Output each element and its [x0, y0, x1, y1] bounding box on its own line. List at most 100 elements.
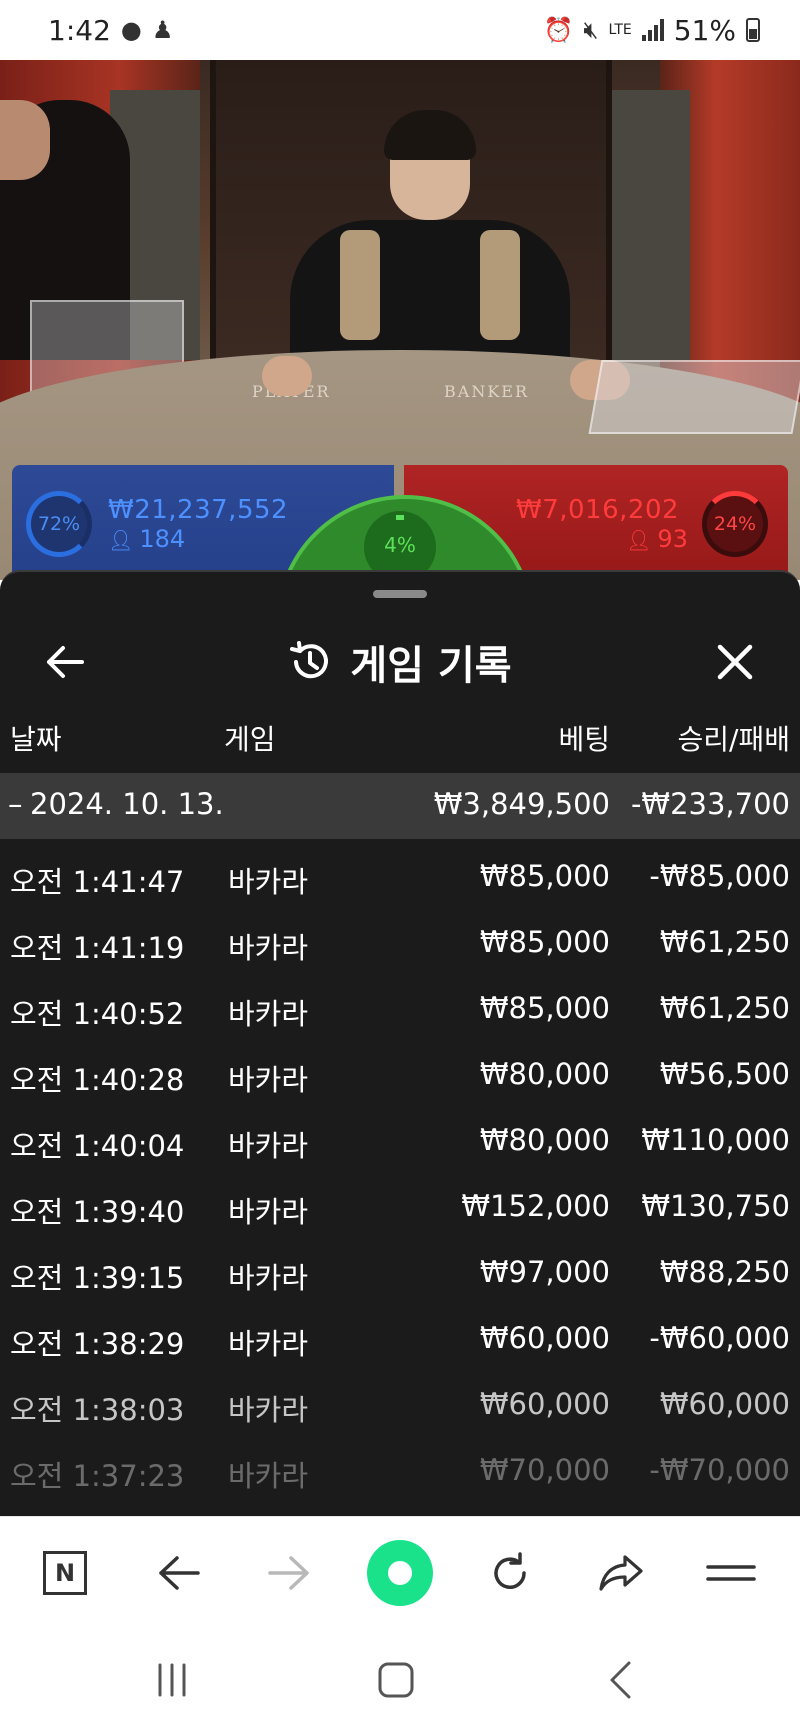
row-bet: ₩70,000	[479, 1453, 610, 1487]
system-nav-bar	[0, 1628, 800, 1734]
collapse-toggle[interactable]: –	[8, 787, 23, 821]
browser-forward-button[interactable]	[254, 1543, 324, 1603]
table-row[interactable]: 오전 1:41:19 바카라 ₩85,000 ₩61,250	[0, 905, 800, 971]
row-bet: ₩152,000	[461, 1189, 610, 1223]
alarm-icon: ⏰	[543, 16, 574, 44]
card-shoe	[588, 360, 800, 434]
back-icon	[610, 1661, 631, 1699]
row-result: ₩110,000	[641, 1123, 790, 1157]
column-win-loss: 승리/패배	[677, 723, 790, 756]
banker-bettor-count: 👤︎ 93	[626, 525, 688, 553]
back-button[interactable]	[580, 1650, 660, 1710]
close-button[interactable]	[700, 632, 770, 692]
notification-icon: ♟	[151, 16, 174, 44]
row-game: 바카라	[228, 1195, 309, 1229]
browser-menu-button[interactable]	[696, 1543, 766, 1603]
table-row[interactable]: 오전 1:38:03 바카라 ₩60,000 ₩60,000	[0, 1367, 800, 1433]
row-time: 오전 1:39:15	[10, 1261, 185, 1295]
banker-percent: 24%	[713, 513, 757, 535]
game-history-sheet: 게임 기록 날짜 게임 베팅 승리/패배 – 2024. 10. 13. ₩3,…	[0, 570, 800, 1518]
status-time: 1:42	[48, 13, 111, 47]
bet-summary-bar: 4% 72% ₩21,237,552 👤︎ 184 ₩7,016,202 👤︎ 93…	[0, 455, 800, 753]
home-icon	[367, 1540, 433, 1606]
row-time: 오전 1:39:40	[10, 1195, 185, 1229]
screen: 1:42 ● ♟ ⏰ 🔇︎ LTE 51% BANKER 4% 72% ₩21,…	[0, 0, 800, 1734]
sheet-title: 게임 기록	[288, 633, 512, 691]
status-bar: 1:42 ● ♟ ⏰ 🔇︎ LTE 51%	[0, 0, 800, 60]
row-bet: ₩85,000	[479, 925, 610, 959]
table-row[interactable]: 오전 1:39:15 바카라 ₩97,000 ₩88,250	[0, 1235, 800, 1301]
row-result: ₩88,250	[659, 1255, 790, 1289]
banker-percent-ring: 24%	[702, 491, 768, 557]
battery-icon	[746, 18, 760, 42]
row-result: -₩85,000	[649, 859, 790, 893]
chat-icon: ●	[120, 16, 142, 44]
row-game: 바카라	[228, 997, 309, 1031]
row-result: ₩130,750	[641, 1189, 790, 1223]
row-bet: ₩60,000	[479, 1321, 610, 1355]
decor-pillar	[600, 90, 690, 360]
browser-share-button[interactable]	[586, 1543, 656, 1603]
sheet-drag-handle[interactable]	[373, 590, 427, 598]
table-row[interactable]: 오전 1:39:40 바카라 ₩152,000 ₩130,750	[0, 1169, 800, 1235]
person-icon: 👤︎	[626, 528, 652, 552]
signal-icon	[641, 19, 664, 41]
home-icon	[378, 1662, 414, 1698]
row-result: ₩61,250	[659, 991, 790, 1025]
browser-refresh-button[interactable]	[475, 1543, 545, 1603]
row-game: 바카라	[228, 1327, 309, 1361]
row-time: 오전 1:40:28	[10, 1063, 185, 1097]
table-header: 날짜 게임 베팅 승리/패배	[0, 702, 800, 768]
tie-percent: 4%	[384, 533, 416, 557]
back-arrow-icon	[159, 1556, 200, 1590]
row-game: 바카라	[228, 1129, 309, 1163]
table-row[interactable]: 오전 1:40:04 바카라 ₩80,000 ₩110,000	[0, 1103, 800, 1169]
row-bet: ₩85,000	[479, 859, 610, 893]
home-button[interactable]	[356, 1650, 436, 1710]
table-row[interactable]: 오전 1:37:23 바카라 ₩70,000 -₩70,000	[0, 1433, 800, 1499]
network-type: LTE	[608, 22, 632, 38]
table-label-banker: BANKER	[444, 382, 529, 401]
refresh-icon	[494, 1552, 526, 1589]
table-row[interactable]: 오전 1:41:47 바카라 ₩85,000 -₩85,000	[0, 839, 800, 905]
table-row[interactable]: 오전 1:40:52 바카라 ₩85,000 ₩61,250	[0, 971, 800, 1037]
row-bet: ₩60,000	[479, 1387, 610, 1421]
column-bet: 베팅	[558, 723, 610, 756]
mute-icon: 🔇︎	[583, 16, 599, 44]
forward-arrow-icon	[268, 1556, 309, 1590]
recent-apps-button[interactable]	[132, 1650, 212, 1710]
browser-home-button[interactable]	[365, 1540, 435, 1606]
recent-apps-icon	[158, 1663, 186, 1697]
side-dealer-face	[0, 100, 50, 180]
browser-back-button[interactable]	[144, 1543, 214, 1603]
close-icon	[717, 644, 753, 680]
row-game: 바카라	[228, 865, 309, 899]
row-time: 오전 1:40:52	[10, 997, 185, 1031]
row-game: 바카라	[228, 1393, 309, 1427]
row-bet: ₩80,000	[479, 1057, 610, 1091]
row-time: 오전 1:38:29	[10, 1327, 185, 1361]
row-time: 오전 1:41:19	[10, 931, 185, 965]
back-button[interactable]	[30, 632, 100, 692]
n-logo-button[interactable]: N	[30, 1543, 100, 1603]
table-row[interactable]: 오전 1:40:28 바카라 ₩80,000 ₩56,500	[0, 1037, 800, 1103]
banker-bet-amount: ₩7,016,202	[516, 495, 680, 525]
player-percent-ring: 72%	[26, 491, 92, 557]
row-result: ₩60,000	[659, 1387, 790, 1421]
row-bet: ₩80,000	[479, 1123, 610, 1157]
group-total-win-loss: -₩233,700	[630, 787, 790, 821]
row-time: 오전 1:40:04	[10, 1129, 185, 1163]
date-group-row[interactable]: – 2024. 10. 13. ₩3,849,500 -₩233,700	[0, 773, 800, 839]
group-date: 2024. 10. 13.	[30, 787, 224, 821]
row-bet: ₩85,000	[479, 991, 610, 1025]
sheet-header: 게임 기록	[0, 612, 800, 712]
row-result: -₩60,000	[649, 1321, 790, 1355]
n-logo-icon: N	[43, 1551, 87, 1595]
browser-toolbar: N	[0, 1516, 800, 1629]
table-row[interactable]: 오전 1:38:29 바카라 ₩60,000 -₩60,000	[0, 1301, 800, 1367]
column-game: 게임	[224, 723, 276, 756]
row-result: ₩61,250	[659, 925, 790, 959]
group-total-bet: ₩3,849,500	[433, 787, 610, 821]
player-percent: 72%	[37, 513, 81, 535]
row-game: 바카라	[228, 1459, 309, 1493]
